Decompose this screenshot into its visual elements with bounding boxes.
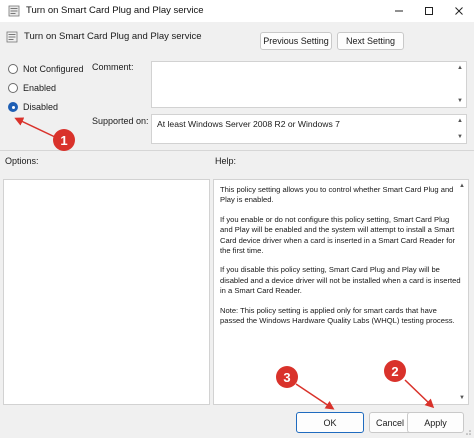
radio-disabled[interactable]: Disabled: [8, 102, 58, 112]
radio-enabled-indicator[interactable]: [8, 83, 18, 93]
close-icon[interactable]: [444, 0, 474, 22]
help-scroll-up-icon[interactable]: ▲: [457, 181, 467, 191]
comment-label: Comment:: [92, 62, 134, 72]
help-scroll-down-icon[interactable]: ▼: [457, 393, 467, 403]
comment-scroll-up-icon[interactable]: ▲: [455, 63, 465, 73]
radio-not-configured-indicator[interactable]: [8, 64, 18, 74]
title-bar: Turn on Smart Card Plug and Play service: [0, 0, 474, 22]
supported-scroll-down-icon[interactable]: ▼: [455, 132, 465, 142]
window-controls: [384, 0, 474, 22]
annotation-badge-1: 1: [53, 129, 75, 151]
policy-name: Turn on Smart Card Plug and Play service: [24, 31, 202, 42]
help-paragraph: Note: This policy setting is applied onl…: [220, 305, 455, 326]
help-panel: This policy setting allows you to contro…: [213, 179, 469, 405]
radio-not-configured[interactable]: Not Configured: [8, 64, 84, 74]
minimize-icon[interactable]: [384, 0, 414, 22]
supported-on-field: At least Windows Server 2008 R2 or Windo…: [151, 114, 467, 144]
help-paragraph: If you disable this policy setting, Smar…: [220, 265, 461, 296]
comment-scroll-down-icon[interactable]: ▼: [455, 96, 465, 106]
radio-disabled-indicator[interactable]: [8, 102, 18, 112]
help-label: Help:: [215, 156, 237, 166]
next-setting-button[interactable]: Next Setting: [337, 32, 404, 50]
supported-on-value: At least Windows Server 2008 R2 or Windo…: [157, 119, 340, 129]
supported-on-label: Supported on:: [92, 116, 149, 126]
annotation-arrow-1: [14, 117, 56, 138]
resize-grip-icon[interactable]: [462, 426, 472, 436]
policy-setting-icon: [6, 31, 18, 43]
options-label: Options:: [5, 156, 39, 166]
radio-enabled-label: Enabled: [23, 83, 57, 93]
policy-app-icon: [8, 5, 20, 17]
section-divider: [0, 150, 474, 151]
help-text: This policy setting allows you to contro…: [214, 180, 468, 340]
apply-button[interactable]: Apply: [407, 412, 464, 433]
maximize-icon[interactable]: [414, 0, 444, 22]
annotation-badge-3: 3: [276, 366, 298, 388]
window-title: Turn on Smart Card Plug and Play service: [26, 5, 204, 16]
previous-setting-button[interactable]: Previous Setting: [260, 32, 332, 50]
help-paragraph: This policy setting allows you to contro…: [220, 185, 454, 205]
ok-button[interactable]: OK: [296, 412, 364, 433]
help-paragraph: If you enable or do not configure this p…: [220, 214, 456, 256]
supported-scroll-up-icon[interactable]: ▲: [455, 116, 465, 126]
radio-not-configured-label: Not Configured: [23, 64, 84, 74]
options-panel: [3, 179, 210, 405]
radio-enabled[interactable]: Enabled: [8, 83, 56, 93]
annotation-badge-2: 2: [384, 360, 406, 382]
radio-disabled-label: Disabled: [23, 102, 59, 112]
comment-textbox[interactable]: ▲ ▼: [151, 61, 467, 108]
